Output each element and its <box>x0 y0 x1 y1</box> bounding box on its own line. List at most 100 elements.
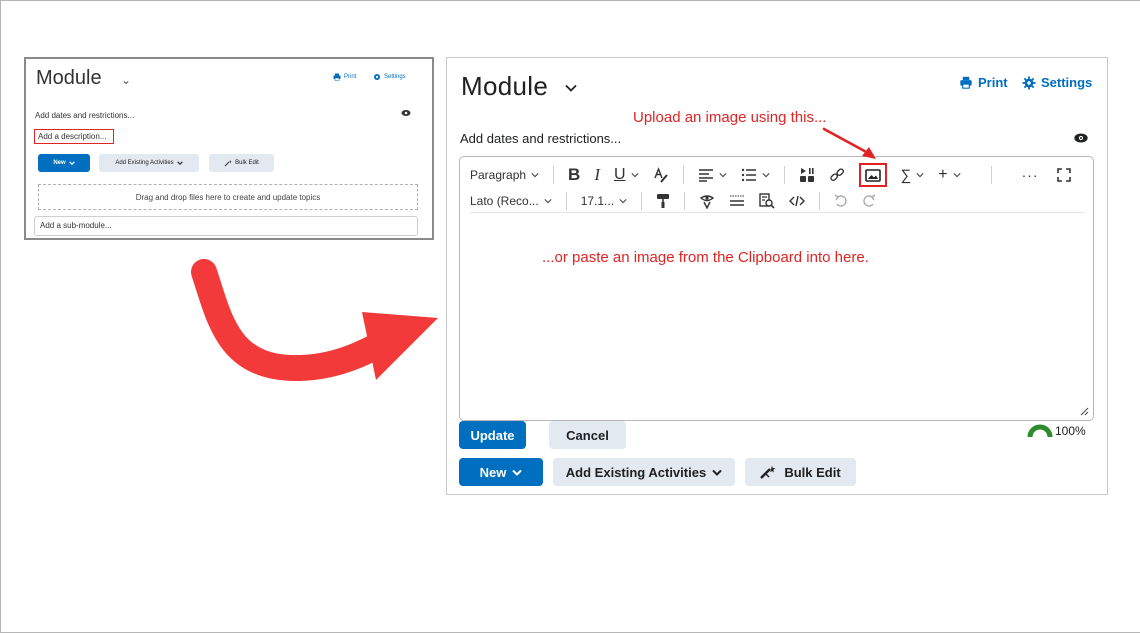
callout-arrow-graphic <box>822 127 876 159</box>
chevron-down-icon <box>712 469 722 476</box>
editor-toolbar-row-1: Paragraph B I U ∑ + ··· <box>470 163 1085 187</box>
toolbar-separator <box>641 192 643 210</box>
printer-icon <box>960 76 972 89</box>
link-icon <box>829 168 844 182</box>
add-existing-label: Add Existing Activities <box>565 464 707 480</box>
settings-label: Settings <box>1041 75 1093 90</box>
insert-media-button[interactable] <box>799 167 815 183</box>
align-dropdown[interactable] <box>698 168 727 182</box>
chevron-down-icon <box>916 173 924 178</box>
thumb-eye-icon[interactable] <box>401 109 411 117</box>
paint-roller-icon <box>657 194 670 208</box>
fullscreen-icon <box>1056 168 1071 182</box>
bulk-edit-button[interactable]: Bulk Edit <box>745 458 856 486</box>
chevron-down-icon <box>68 161 75 165</box>
font-family-label: Lato (Reco... <box>470 194 539 208</box>
align-left-icon <box>698 169 713 182</box>
font-size-label: 17.1... <box>580 194 615 208</box>
thumb-dates-link[interactable]: Add dates and restrictions... <box>35 111 134 120</box>
accessibility-icon <box>699 195 715 209</box>
printer-icon <box>333 73 341 81</box>
word-count-button[interactable] <box>729 194 745 208</box>
chevron-down-icon <box>619 199 627 204</box>
html-editor[interactable]: Paragraph B I U ∑ + ··· Lato (Reco... 17… <box>459 156 1094 421</box>
magic-wand-icon <box>760 465 776 479</box>
chevron-down-icon[interactable] <box>565 84 577 92</box>
thumb-add-existing-button[interactable]: Add Existing Activities <box>99 154 199 172</box>
list-dropdown[interactable] <box>741 168 770 182</box>
insert-link-button[interactable] <box>829 167 845 183</box>
preview-button[interactable] <box>759 193 775 209</box>
media-icon <box>799 168 814 182</box>
toolbar-separator <box>783 166 785 184</box>
code-icon <box>789 195 806 207</box>
curved-arrow-graphic <box>191 259 438 382</box>
more-options-button[interactable]: ··· <box>1022 167 1039 183</box>
thumb-bulk-label: Bulk Edit <box>235 160 259 166</box>
toolbar-separator <box>682 166 684 184</box>
chevron-down-icon <box>630 173 639 178</box>
toolbar-separator <box>684 192 686 210</box>
redo-icon <box>863 194 876 207</box>
redo-button[interactable] <box>862 194 876 208</box>
toolbar-separator <box>553 166 555 184</box>
magic-wand-icon <box>224 159 232 167</box>
font-size-dropdown[interactable]: 17.1... <box>581 194 627 208</box>
new-button[interactable]: New <box>459 458 543 486</box>
insert-image-button[interactable] <box>858 163 887 187</box>
insert-more-dropdown[interactable]: + <box>938 166 961 184</box>
undo-icon <box>834 194 847 207</box>
dates-restrictions-link[interactable]: Add dates and restrictions... <box>460 131 621 146</box>
gear-icon <box>374 74 380 80</box>
cancel-button[interactable]: Cancel <box>549 421 626 449</box>
new-label: New <box>479 464 507 480</box>
equation-dropdown[interactable]: ∑ <box>901 167 925 184</box>
print-button[interactable]: Print <box>959 75 1008 90</box>
thumb-new-label: New <box>53 160 66 166</box>
image-icon <box>864 168 881 182</box>
ellipsis-icon: ··· <box>1021 167 1039 183</box>
progress-text: 100% <box>1055 424 1086 438</box>
eye-icon[interactable] <box>1074 133 1088 143</box>
thumb-print-button[interactable]: Print <box>333 73 356 81</box>
thumb-new-button[interactable]: New <box>38 154 90 172</box>
thumb-bulk-edit-button[interactable]: Bulk Edit <box>209 154 274 172</box>
undo-button[interactable] <box>834 194 848 208</box>
thumb-submodule-input[interactable]: Add a sub-module... <box>34 216 418 236</box>
chevron-down-icon <box>531 173 539 178</box>
settings-button[interactable]: Settings <box>1022 75 1092 90</box>
upload-annotation: Upload an image using this... <box>633 109 827 126</box>
chevron-down-icon <box>544 199 552 204</box>
text-color-button[interactable] <box>653 167 669 183</box>
source-code-button[interactable] <box>789 195 806 207</box>
thumb-settings-button[interactable]: Settings <box>373 73 406 81</box>
bold-button[interactable]: B <box>568 165 580 185</box>
accessibility-checker-button[interactable] <box>699 193 715 209</box>
update-button[interactable]: Update <box>459 421 526 449</box>
page-title: Module <box>461 71 549 101</box>
italic-button[interactable]: I <box>594 165 600 185</box>
editor-toolbar-row-2: Lato (Reco... 17.1... <box>470 190 890 212</box>
toolbar-separator <box>819 192 821 210</box>
module-panel: Module Print Settings Upload an image us… <box>446 57 1108 495</box>
paragraph-format-dropdown[interactable]: Paragraph <box>470 168 539 182</box>
thumb-print-label: Print <box>344 74 357 80</box>
toolbar-separator <box>565 192 567 210</box>
chevron-down-icon <box>176 161 183 165</box>
thumb-chevron-down-icon: ⌄ <box>121 73 132 87</box>
thumb-drop-zone[interactable]: Drag and drop files here to create and u… <box>38 184 418 210</box>
thumb-description-field[interactable]: Add a description... <box>34 129 114 144</box>
bullet-list-icon <box>741 168 756 182</box>
plus-icon: + <box>938 166 948 183</box>
font-family-dropdown[interactable]: Lato (Reco... <box>470 194 552 208</box>
chevron-down-icon <box>512 469 523 476</box>
format-painter-button[interactable] <box>656 193 670 209</box>
chevron-down-icon <box>953 173 961 178</box>
add-existing-activities-button[interactable]: Add Existing Activities <box>553 458 735 486</box>
resize-handle-icon[interactable] <box>1079 406 1089 416</box>
thumb-module-title: Module <box>36 67 102 89</box>
underline-dropdown[interactable]: U <box>614 166 639 184</box>
fullscreen-button[interactable] <box>1056 168 1071 182</box>
underline-label: U <box>614 166 626 183</box>
word-count-icon <box>730 195 745 206</box>
